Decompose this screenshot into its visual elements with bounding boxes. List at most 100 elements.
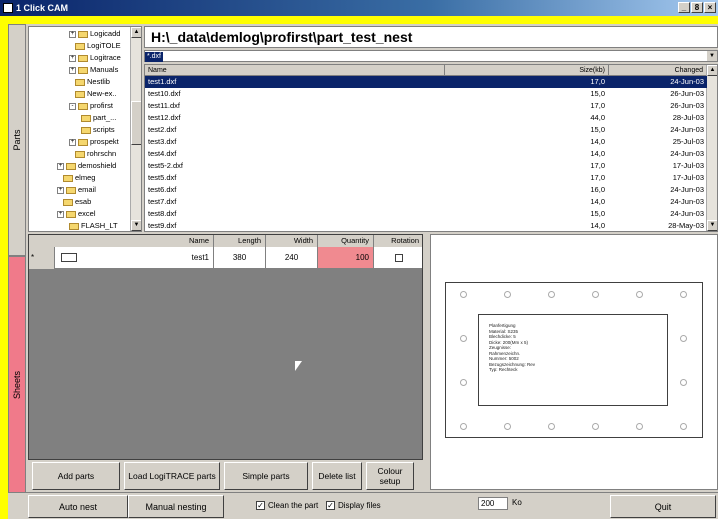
tree-scrollbar[interactable]: ▲ ▼: [130, 27, 141, 231]
expand-icon[interactable]: +: [57, 186, 64, 194]
col-length[interactable]: Length: [214, 235, 266, 247]
file-size: 14,0: [590, 149, 605, 158]
scroll-up-icon[interactable]: ▲: [707, 65, 717, 76]
table-row[interactable]: test3.dxf 14,0 25-Jul-03: [145, 136, 707, 148]
table-row[interactable]: test12.dxf 44,0 28-Jul-03: [145, 112, 707, 124]
tree-item[interactable]: + Logicadd: [69, 28, 120, 39]
tree-item[interactable]: elmeg: [63, 172, 95, 183]
maximize-button[interactable]: 8: [691, 2, 703, 13]
sheet-length[interactable]: 380: [214, 247, 266, 268]
colour-setup-button[interactable]: Colour setup: [366, 462, 414, 490]
tree-item[interactable]: + prospekt: [69, 136, 119, 147]
quit-button[interactable]: Quit: [610, 495, 716, 518]
clean-part-checkbox[interactable]: ✓ Clean the part: [256, 501, 318, 510]
sheet-quantity[interactable]: 100: [318, 247, 374, 268]
load-logitrace-button[interactable]: Load LogiTRACE parts: [124, 462, 220, 490]
expand-icon[interactable]: +: [69, 54, 76, 62]
table-row[interactable]: test10.dxf 15,0 26-Jun-03: [145, 88, 707, 100]
file-changed: 24-Jun-03: [670, 149, 704, 158]
rotation-checkbox[interactable]: [394, 253, 403, 262]
checkbox-icon[interactable]: ✓: [256, 501, 265, 510]
file-list[interactable]: Name Size(kb) Changed ▲ ▼ test1.dxf 17,0 2…: [144, 64, 718, 232]
col-rotation[interactable]: Rotation: [374, 235, 422, 247]
file-size: 14,0: [590, 221, 605, 230]
tree-item[interactable]: LogiTOLE: [75, 40, 121, 51]
tree-item-label: email: [78, 185, 96, 194]
collapse-icon[interactable]: -: [69, 102, 76, 110]
simple-parts-button[interactable]: Simple parts: [224, 462, 308, 490]
tree-item[interactable]: Nestlib: [75, 76, 110, 87]
scroll-down-icon[interactable]: ▼: [131, 220, 141, 231]
sheet-width[interactable]: 240: [266, 247, 318, 268]
tree-item[interactable]: New-ex..: [75, 88, 117, 99]
file-name: test10.dxf: [148, 89, 181, 98]
table-row[interactable]: test4.dxf 14,0 24-Jun-03: [145, 148, 707, 160]
tree-item[interactable]: + Manuals: [69, 64, 118, 75]
table-row[interactable]: test9.dxf 14,0 28-May-03: [145, 220, 707, 231]
file-size: 17,0: [590, 161, 605, 170]
hole-marker: [460, 291, 467, 298]
expand-icon[interactable]: +: [57, 210, 64, 218]
scroll-thumb[interactable]: [131, 101, 141, 145]
tree-item-label: part_...: [93, 113, 117, 122]
close-button[interactable]: ×: [704, 2, 716, 13]
tree-item[interactable]: scripts: [81, 124, 115, 135]
tree-item-label: profirst: [90, 101, 113, 110]
hole-marker: [592, 291, 599, 298]
hole-marker: [636, 291, 643, 298]
sheet-rotation[interactable]: [374, 247, 422, 268]
table-row[interactable]: test5.dxf 17,0 17-Jul-03: [145, 172, 707, 184]
tab-parts[interactable]: Parts: [8, 24, 26, 256]
add-parts-button[interactable]: Add parts: [32, 462, 120, 490]
expand-icon[interactable]: +: [69, 30, 76, 38]
table-row[interactable]: test11.dxf 17,0 26-Jun-03: [145, 100, 707, 112]
col-size[interactable]: Size(kb): [445, 65, 609, 76]
expand-icon[interactable]: +: [69, 66, 76, 74]
expand-icon[interactable]: +: [69, 138, 76, 146]
col-changed[interactable]: Changed: [609, 65, 707, 76]
folder-tree[interactable]: ▲ ▼ + Logicadd LogiTOLE + Logitrace + Manuals N…: [28, 26, 142, 232]
tree-item[interactable]: + demoshield: [57, 160, 116, 171]
col-width[interactable]: Width: [266, 235, 318, 247]
auto-nest-button[interactable]: Auto nest: [28, 495, 128, 518]
file-changed: 17-Jul-03: [672, 173, 704, 182]
tab-sheets[interactable]: Sheets: [8, 256, 26, 514]
table-row[interactable]: test8.dxf 15,0 24-Jun-03: [145, 208, 707, 220]
tree-item[interactable]: FLASH_LT: [69, 220, 118, 231]
col-quantity[interactable]: Quantity: [318, 235, 374, 247]
table-row[interactable]: test1.dxf 17,0 24-Jun-03: [145, 76, 707, 88]
tree-item[interactable]: + email: [57, 184, 96, 195]
sheet-grid[interactable]: Name Length Width Quantity Rotation * te…: [28, 234, 423, 460]
table-row[interactable]: test2.dxf 15,0 24-Jun-03: [145, 124, 707, 136]
col-name[interactable]: Name: [29, 235, 214, 247]
manual-nesting-button[interactable]: Manual nesting: [128, 495, 224, 518]
minimize-button[interactable]: _: [678, 2, 690, 13]
table-row[interactable]: test7.dxf 14,0 24-Jun-03: [145, 196, 707, 208]
scroll-up-icon[interactable]: ▲: [131, 27, 141, 38]
hole-marker: [460, 379, 467, 386]
file-filter-select[interactable]: *.dxf ▼: [144, 50, 718, 62]
expand-icon[interactable]: +: [57, 162, 64, 170]
tree-item[interactable]: esab: [63, 196, 91, 207]
chevron-down-icon[interactable]: ▼: [707, 51, 717, 61]
hole-marker: [504, 291, 511, 298]
scroll-down-icon[interactable]: ▼: [707, 220, 717, 231]
tree-item[interactable]: part_...: [81, 112, 116, 123]
file-list-scrollbar[interactable]: ▲ ▼: [706, 65, 717, 231]
tree-item[interactable]: rohrschn: [75, 148, 116, 159]
table-row[interactable]: * test1 380 240 100: [29, 247, 422, 269]
checkbox-icon[interactable]: ✓: [326, 501, 335, 510]
size-limit-input[interactable]: 200: [478, 497, 508, 510]
table-row[interactable]: test6.dxf 16,0 24-Jun-03: [145, 184, 707, 196]
table-row[interactable]: test5-2.dxf 17,0 17-Jul-03: [145, 160, 707, 172]
display-files-checkbox[interactable]: ✓ Display files: [326, 501, 381, 510]
col-name[interactable]: Name: [145, 65, 445, 76]
tree-item[interactable]: - profirst: [69, 100, 113, 111]
tree-item-label: Manuals: [90, 65, 119, 74]
delete-list-button[interactable]: Delete list: [312, 462, 362, 490]
title-bar: 1 Click CAM _ 8 ×: [0, 0, 718, 16]
tree-item[interactable]: + Logitrace: [69, 52, 121, 63]
sheet-name[interactable]: test1: [55, 247, 214, 268]
file-name: test5-2.dxf: [148, 161, 184, 170]
tree-item[interactable]: + excel: [57, 208, 96, 219]
